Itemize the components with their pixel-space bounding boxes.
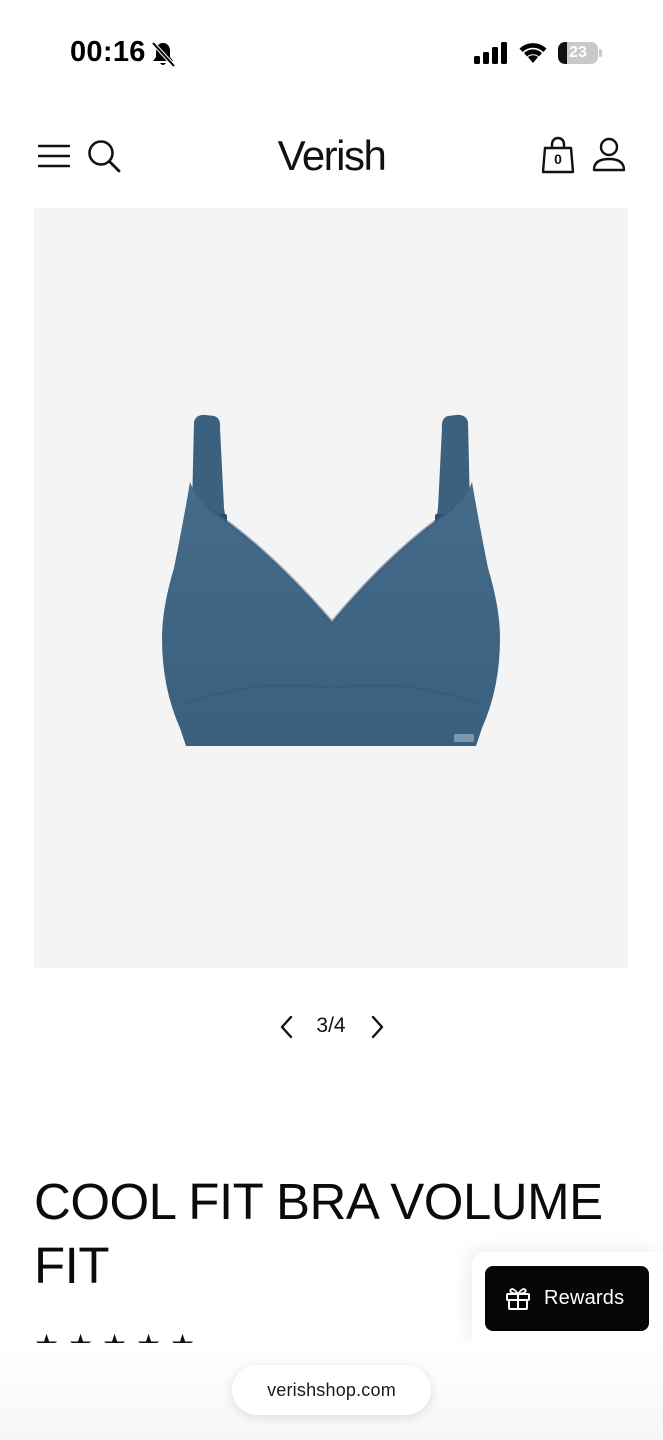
product-page: 00:16 23 Verish 0 3/4 COOL FIT BRA VOLUM…	[0, 0, 663, 1440]
battery-cap	[599, 49, 602, 57]
battery-icon: 23	[558, 42, 602, 64]
product-gallery[interactable]	[34, 208, 628, 968]
product-image[interactable]	[34, 208, 628, 968]
gift-icon	[506, 1288, 530, 1310]
battery-level: 23	[569, 44, 587, 61]
status-time: 00:16	[70, 36, 146, 68]
account-icon[interactable]	[590, 136, 628, 176]
site-header: Verish 0	[0, 120, 663, 192]
url-text: verishshop.com	[267, 1380, 396, 1400]
gallery-pager: 3/4	[0, 1006, 663, 1046]
cart-button[interactable]: 0	[540, 136, 576, 176]
bell-slash-icon	[151, 41, 176, 68]
battery-body: 23	[558, 42, 598, 64]
status-bar: 00:16 23	[0, 0, 663, 100]
cart-count: 0	[554, 151, 562, 167]
garment-tag	[454, 734, 474, 742]
rewards-button[interactable]: Rewards	[485, 1266, 649, 1331]
url-bar[interactable]: verishshop.com	[232, 1365, 431, 1415]
browser-bottom-bar: verishshop.com	[0, 1343, 663, 1440]
chevron-left-icon[interactable]	[274, 1014, 300, 1040]
pager-count: 3/4	[316, 1014, 346, 1037]
wifi-icon	[519, 43, 547, 63]
signal-icon	[474, 42, 507, 64]
rewards-label: Rewards	[544, 1287, 625, 1309]
bra-body	[162, 482, 500, 746]
chevron-right-icon[interactable]	[364, 1014, 390, 1040]
